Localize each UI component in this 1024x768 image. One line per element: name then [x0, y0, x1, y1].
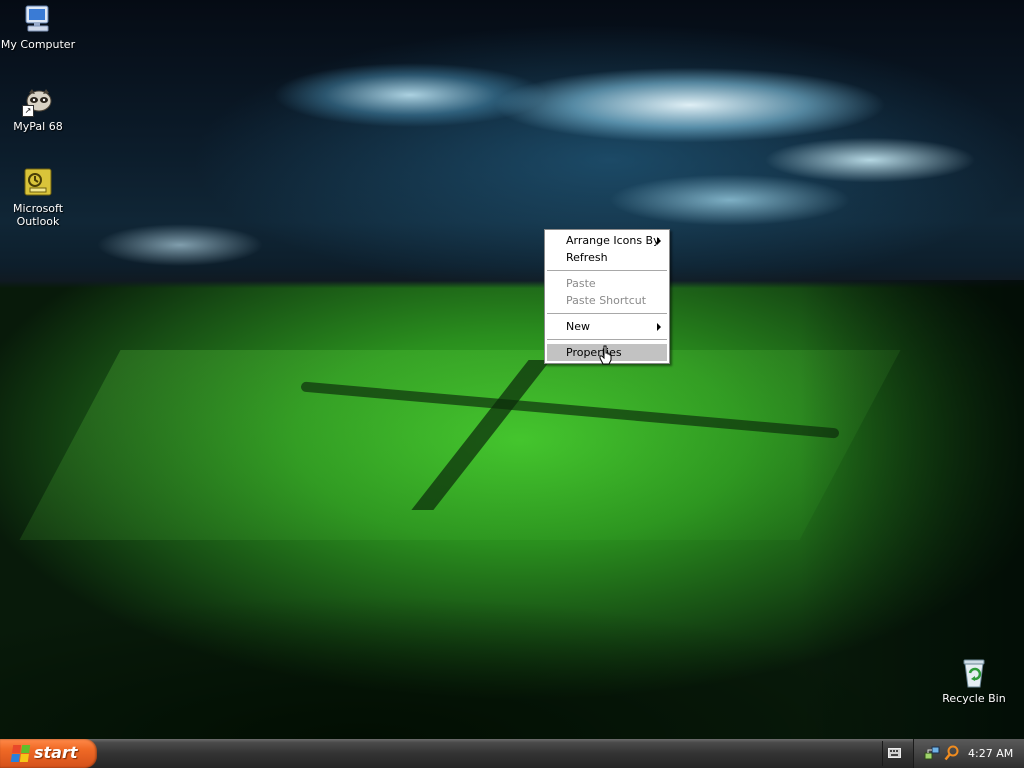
menu-item-refresh[interactable]: Refresh [547, 249, 667, 266]
desktop-icon-recycle-bin[interactable]: Recycle Bin [934, 657, 1014, 705]
menu-item-label: Refresh [566, 251, 608, 264]
desktop[interactable]: My Computer ↗ MyPal 68 Microsoft Outlook… [0, 0, 1024, 739]
menu-item-new[interactable]: New [547, 318, 667, 335]
my-computer-icon [22, 3, 54, 35]
menu-item-label: New [566, 320, 590, 333]
shortcut-arrow-icon: ↗ [22, 105, 34, 117]
desktop-icon-mypal[interactable]: ↗ MyPal 68 [0, 85, 78, 133]
icon-label: Microsoft Outlook [12, 202, 64, 228]
start-label: start [34, 743, 78, 762]
mouse-pointer-icon [599, 345, 612, 365]
menu-item-paste-shortcut[interactable]: Paste Shortcut [547, 292, 667, 309]
menu-item-paste[interactable]: Paste [547, 275, 667, 292]
menu-separator [547, 313, 667, 314]
outlook-icon [22, 167, 54, 199]
desktop-context-menu: Arrange Icons By Refresh Paste Paste Sho… [544, 229, 670, 364]
menu-item-arrange-icons-by[interactable]: Arrange Icons By [547, 232, 667, 249]
desktop-icon-outlook[interactable]: Microsoft Outlook [0, 167, 78, 228]
clock[interactable]: 4:27 AM [968, 739, 1013, 768]
search-icon[interactable] [944, 745, 960, 761]
menu-item-label: Paste [566, 277, 596, 290]
start-button[interactable]: start [0, 739, 97, 768]
menu-item-label: Arrange Icons By [566, 234, 660, 247]
menu-separator [547, 270, 667, 271]
taskbar-separator [882, 741, 883, 766]
menu-separator [547, 339, 667, 340]
windows-logo-icon [10, 745, 31, 762]
taskbar: start 4:27 AM [0, 739, 1024, 768]
submenu-arrow-icon [657, 237, 661, 245]
keyboard-icon[interactable] [888, 748, 901, 758]
icon-label: My Computer [0, 38, 76, 51]
recycle-bin-icon [958, 657, 990, 689]
icon-label: Recycle Bin [942, 692, 1006, 705]
mypal-icon: ↗ [22, 85, 54, 117]
icon-label: MyPal 68 [13, 120, 63, 133]
network-icon[interactable] [924, 745, 940, 761]
system-tray: 4:27 AM [913, 739, 1024, 768]
submenu-arrow-icon [657, 323, 661, 331]
menu-item-label: Paste Shortcut [566, 294, 647, 307]
desktop-icon-my-computer[interactable]: My Computer [0, 3, 78, 51]
